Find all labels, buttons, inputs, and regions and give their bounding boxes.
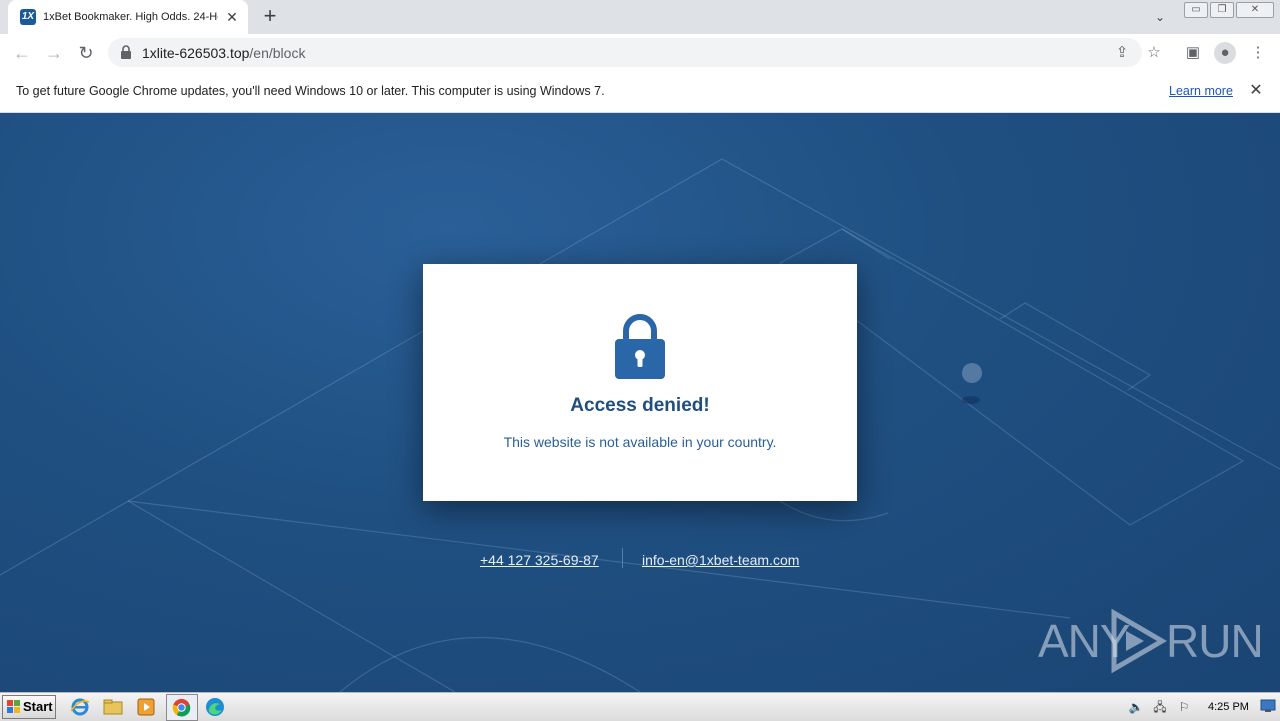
close-window-button[interactable]: ✕ <box>1236 2 1274 18</box>
dialog-message: This website is not available in your co… <box>503 434 777 450</box>
taskbar-clock[interactable]: 4:25 PM <box>1208 701 1249 713</box>
footer-email-link[interactable]: info-en@1xbet-team.com <box>642 552 799 568</box>
infobar-message: To get future Google Chrome updates, you… <box>16 84 605 98</box>
padlock-icon <box>615 314 665 379</box>
access-denied-dialog: Access denied! This website is not avail… <box>423 264 857 501</box>
start-label: Start <box>23 699 53 714</box>
start-button[interactable]: Start <box>2 695 56 719</box>
bookmark-star-icon[interactable]: ☆ <box>1143 42 1165 64</box>
learn-more-link[interactable]: Learn more <box>1169 84 1233 99</box>
watermark-text-run: RUN <box>1166 615 1264 667</box>
anyrun-watermark: ANY RUN <box>1038 609 1264 673</box>
internet-explorer-icon[interactable] <box>69 696 91 718</box>
url-text[interactable]: 1xlite-626503.top/en/block <box>142 45 305 61</box>
chrome-icon <box>172 698 191 717</box>
minimize-button[interactable]: ▭ <box>1184 2 1208 18</box>
volume-icon[interactable]: 🔈 <box>1128 699 1144 715</box>
reload-button[interactable]: ↻ <box>74 41 98 65</box>
url-host: 1xlite-626503.top <box>142 45 250 61</box>
forward-button[interactable]: → <box>42 41 66 65</box>
tab-close-icon[interactable]: ✕ <box>224 9 240 25</box>
back-button[interactable]: ← <box>10 41 34 65</box>
restore-button[interactable]: ❐ <box>1210 2 1234 18</box>
edge-icon[interactable] <box>204 696 226 718</box>
site-favicon-icon: 1X <box>20 9 36 25</box>
profile-avatar-icon[interactable]: ● <box>1214 42 1236 64</box>
infobar-close-icon[interactable]: ✕ <box>1247 82 1265 100</box>
chrome-taskbar-button[interactable] <box>166 694 198 721</box>
windows-logo-icon <box>7 700 20 713</box>
new-tab-button[interactable]: + <box>260 5 280 27</box>
side-panel-icon[interactable]: ▣ <box>1182 42 1204 64</box>
url-path: /en/block <box>249 45 306 61</box>
media-player-icon[interactable] <box>135 696 157 718</box>
action-center-flag-icon[interactable]: ⚐ <box>1176 699 1192 715</box>
play-logo-icon <box>1111 609 1167 673</box>
tab-search-button[interactable]: ⌄ <box>1150 8 1170 26</box>
file-explorer-icon[interactable] <box>102 696 124 718</box>
system-tray: 🔈 🖧 ⚐ <box>1122 695 1280 719</box>
show-desktop-icon[interactable] <box>1260 698 1276 714</box>
tab-title: 1xBet Bookmaker. High Odds. 24-Hour <box>43 11 218 23</box>
footer-phone-link[interactable]: +44 127 325-69-87 <box>480 552 599 568</box>
network-icon[interactable]: 🖧 <box>1152 699 1168 715</box>
footer-divider <box>622 548 623 568</box>
chrome-menu-icon[interactable]: ⋮ <box>1247 42 1269 64</box>
lock-icon[interactable] <box>120 45 132 59</box>
page-content: Access denied! This website is not avail… <box>0 113 1280 692</box>
share-icon[interactable]: ⇪ <box>1111 42 1133 64</box>
dialog-title: Access denied! <box>570 395 710 416</box>
